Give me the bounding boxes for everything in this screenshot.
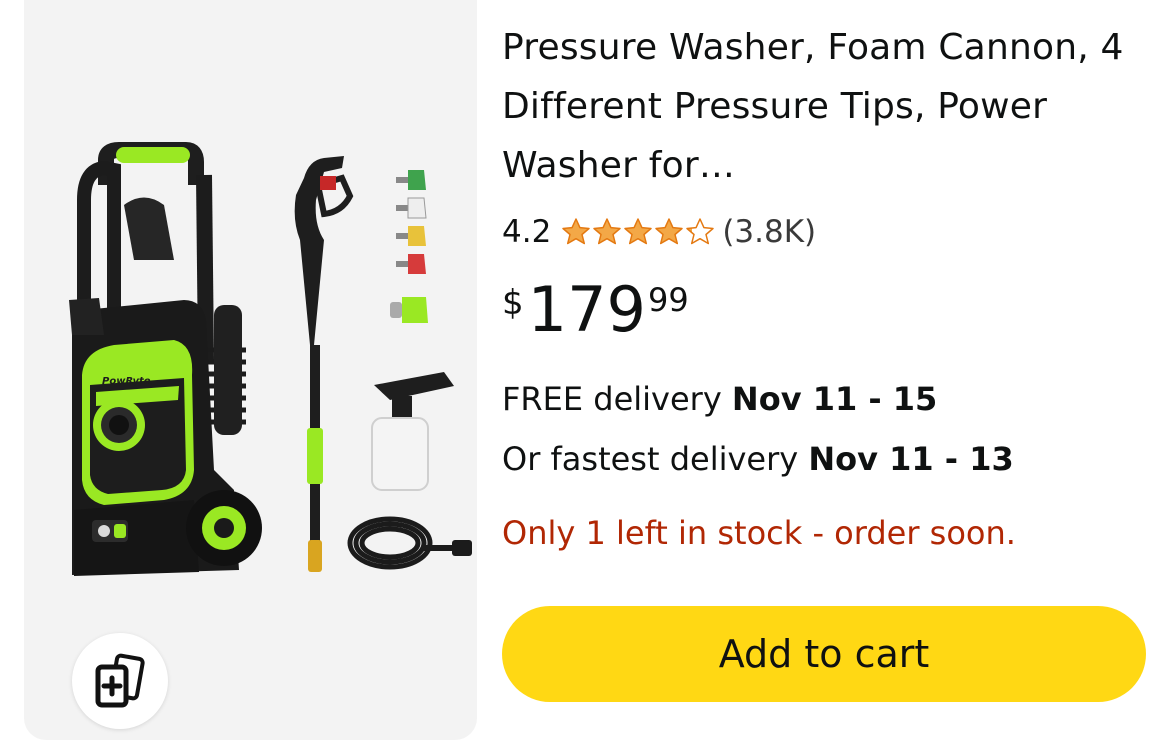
price-whole: 179	[527, 273, 646, 346]
product-image-panel[interactable]: PowRyte	[24, 0, 477, 740]
fastest-delivery-line: Or fastest delivery Nov 11 - 13	[502, 439, 1014, 479]
brand-logo-text: PowRyte	[102, 376, 151, 387]
free-delivery-line: FREE delivery Nov 11 - 15	[502, 379, 937, 419]
rating-row[interactable]: 4.2 (3.8K)	[502, 210, 816, 254]
star-icon	[686, 218, 715, 245]
fastest-delivery-dates: Nov 11 - 13	[808, 440, 1014, 478]
add-to-cart-button[interactable]: Add to cart	[502, 606, 1146, 702]
stock-status: Only 1 left in stock - order soon.	[502, 514, 1016, 552]
compare-button[interactable]	[72, 633, 168, 729]
product-title[interactable]: Pressure Washer, Foam Cannon, 4 Differen…	[502, 18, 1152, 195]
star-icon	[655, 218, 684, 245]
star-icon	[624, 218, 653, 245]
star-icon	[593, 218, 622, 245]
review-count: (3.8K)	[722, 214, 817, 250]
product-image: PowRyte	[69, 142, 472, 576]
add-to-compare-icon	[95, 653, 145, 708]
price: $ 179 99	[502, 276, 689, 346]
free-delivery-label: FREE delivery	[502, 380, 732, 418]
price-fraction: 99	[647, 281, 689, 319]
nozzle-tips	[390, 170, 428, 323]
free-delivery-dates: Nov 11 - 15	[731, 380, 938, 418]
rating-value: 4.2	[502, 214, 552, 250]
star-icon	[562, 218, 591, 245]
fastest-delivery-label: Or fastest delivery	[502, 440, 809, 478]
star-rating	[561, 217, 716, 247]
price-symbol: $	[502, 283, 524, 323]
